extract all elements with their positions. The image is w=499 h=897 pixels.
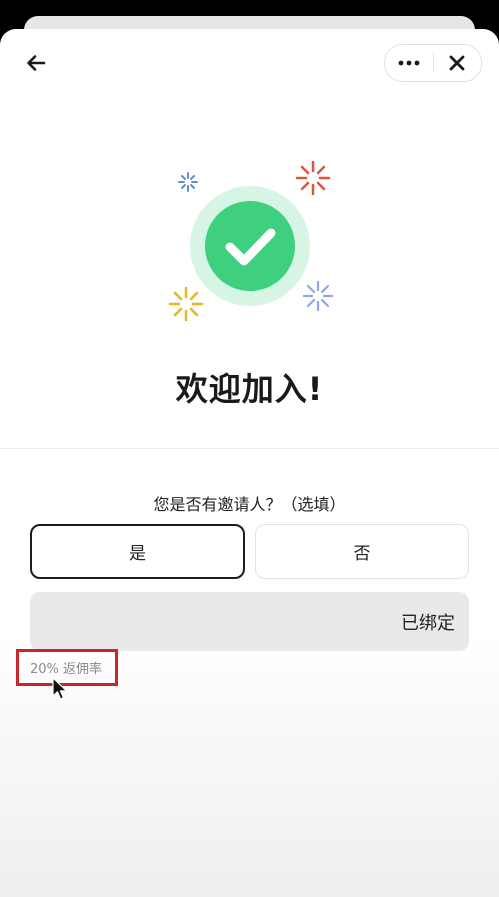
bind-status-label: 已绑定 [401, 612, 455, 634]
rate-text: 20% 返佣率 [30, 662, 103, 677]
mini-program-capsule [384, 44, 482, 82]
mouse-pointer-icon [52, 677, 68, 700]
close-button[interactable] [434, 45, 482, 81]
check-circle-icon [205, 201, 295, 291]
sparkle-icon [168, 286, 204, 322]
welcome-title: 欢迎加入! [175, 370, 324, 408]
inviter-bind-field[interactable]: 已绑定 [30, 592, 469, 651]
divider [0, 448, 499, 449]
success-illustration [168, 160, 334, 322]
back-button[interactable] [22, 49, 50, 77]
sparkle-icon [295, 160, 331, 196]
inviter-question: 您是否有邀请人？（选填） [153, 495, 346, 514]
close-icon [449, 55, 465, 71]
more-button[interactable] [385, 45, 433, 81]
sparkle-icon [302, 280, 334, 312]
yes-option-button[interactable]: 是 [30, 524, 245, 579]
more-horizontal-icon [398, 60, 420, 66]
bottom-sheet: 欢迎加入! 您是否有邀请人？（选填） 是 否 已绑定 20% 返佣率 [0, 29, 499, 897]
sparkle-icon [178, 172, 198, 192]
no-option-button[interactable]: 否 [255, 524, 469, 579]
arrow-left-icon [27, 55, 46, 71]
